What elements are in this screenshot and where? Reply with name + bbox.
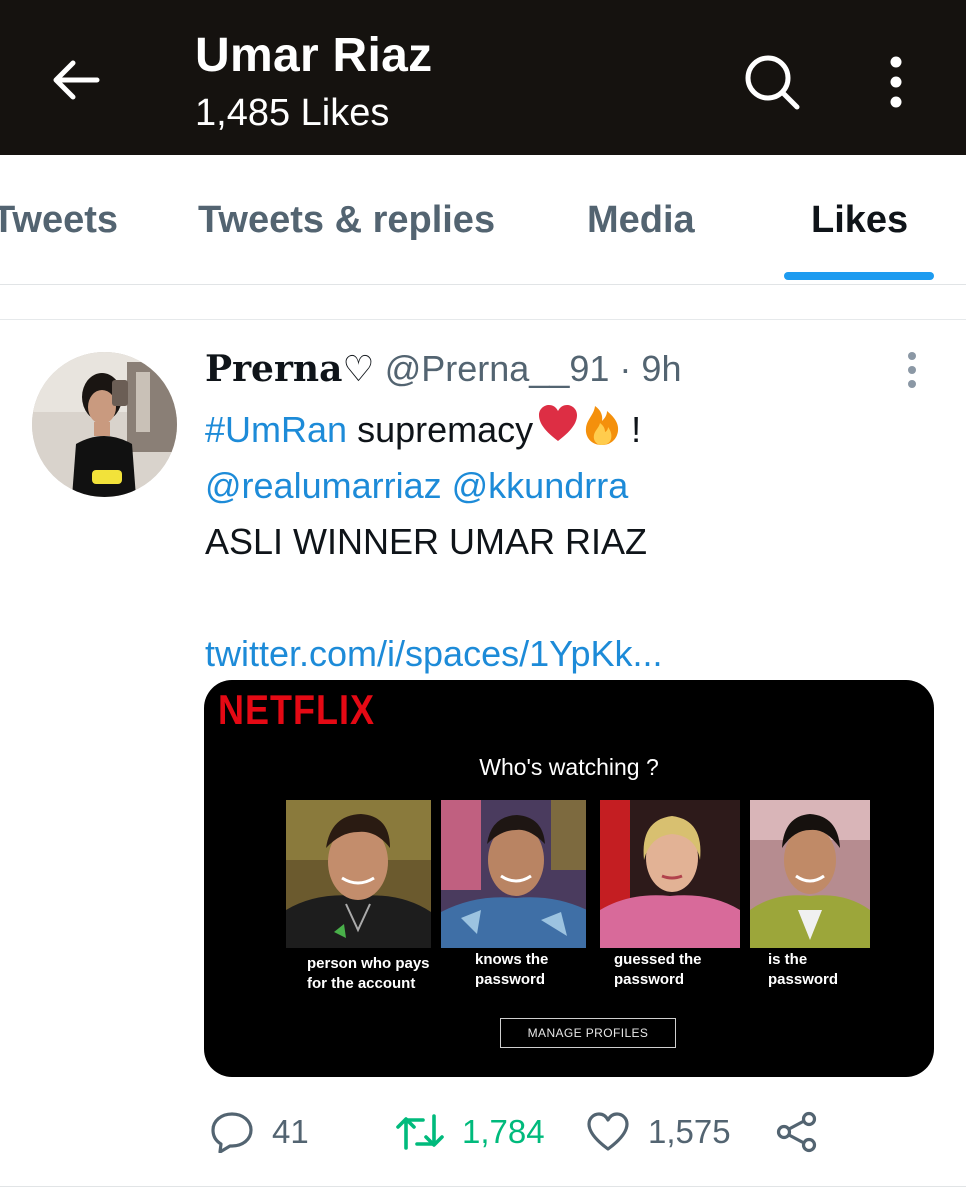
heart-emoji-icon (537, 404, 579, 460)
tab-media[interactable]: Media (587, 199, 695, 242)
whos-watching-text: Who's watching ? (479, 754, 659, 780)
reply-count: 41 (272, 1113, 309, 1150)
vertical-dots-icon (890, 56, 902, 108)
like-button[interactable]: 1,575 (586, 1110, 731, 1154)
retweet-icon (396, 1114, 444, 1150)
search-icon (745, 55, 800, 110)
hashtag-link[interactable]: #UmRan (205, 409, 347, 450)
profile-photo (750, 800, 895, 948)
likes-count-subtitle: 1,485 Likes (195, 92, 390, 134)
fire-emoji-icon (583, 402, 621, 462)
tweet-time[interactable]: 9h (641, 348, 681, 389)
back-button[interactable] (48, 52, 104, 108)
image-heading: Who's watching ? (204, 754, 934, 781)
display-name[interactable]: Prerna♡ (205, 348, 375, 390)
mention-link[interactable]: @kkundrra (452, 465, 629, 506)
profile-photo (600, 800, 745, 948)
previous-tweet-edge (0, 286, 966, 320)
profile-tabs: Tweets Tweets & replies Media Likes (0, 155, 966, 285)
spaces-link[interactable]: twitter.com/i/spaces/1YpKk... (205, 626, 935, 682)
tweet-text-line: ASLI WINNER UMAR RIAZ (205, 521, 648, 562)
exclamation-text: ! (631, 409, 642, 450)
manage-profiles-button: MANAGE PROFILES (500, 1018, 676, 1048)
like-count: 1,575 (648, 1113, 731, 1150)
avatar-photo (32, 352, 177, 497)
search-button[interactable] (740, 50, 804, 114)
tweet-text: #UmRan supremacy ! @realumarriaz @kkundr… (205, 402, 935, 682)
user-handle[interactable]: @Prerna__91 (385, 348, 610, 389)
tweet-text-fragment: supremacy (357, 409, 534, 450)
profile-caption: is the password (768, 951, 839, 988)
profile-caption: knows the password (475, 951, 549, 988)
tweet-image[interactable]: NETFLIX Who's watching ? person who pays… (204, 680, 934, 1077)
retweet-count: 1,784 (462, 1113, 545, 1150)
netflix-logo: NETFLIX (218, 686, 375, 734)
separator-dot: · (619, 348, 632, 389)
reply-icon (211, 1112, 253, 1153)
profile-caption: person who pays for the account (307, 955, 430, 992)
mention-link[interactable]: @realumarriaz (205, 465, 442, 506)
vertical-dots-icon (908, 352, 916, 388)
profile-name-title: Umar Riaz (195, 29, 433, 82)
tweet-header: Prerna♡ @Prerna__91 · 9h (205, 348, 681, 390)
tab-tweets[interactable]: Tweets (0, 199, 118, 242)
heart-outline-icon (587, 1112, 629, 1151)
profile-photo (286, 800, 431, 948)
arrow-left-icon (53, 60, 100, 100)
avatar[interactable] (32, 352, 177, 497)
share-button[interactable] (775, 1110, 819, 1154)
active-tab-indicator (784, 272, 934, 280)
tab-tweets-replies[interactable]: Tweets & replies (198, 199, 495, 242)
retweet-button[interactable]: 1,784 (396, 1110, 545, 1154)
tweet-card[interactable]: Prerna♡ @Prerna__91 · 9h #UmRan supremac… (0, 320, 966, 1200)
more-options-button[interactable] (872, 50, 920, 114)
profile-caption: guessed the password (614, 951, 702, 988)
top-app-bar: Umar Riaz 1,485 Likes (0, 0, 966, 155)
profile-photo (441, 800, 586, 948)
share-icon (776, 1111, 817, 1153)
reply-button[interactable]: 41 (210, 1110, 309, 1154)
tab-likes[interactable]: Likes (811, 199, 908, 242)
tweet-actions: 41 1,784 1,575 (0, 1096, 966, 1166)
tweet-divider (0, 1186, 966, 1187)
tweet-more-button[interactable] (890, 348, 934, 392)
